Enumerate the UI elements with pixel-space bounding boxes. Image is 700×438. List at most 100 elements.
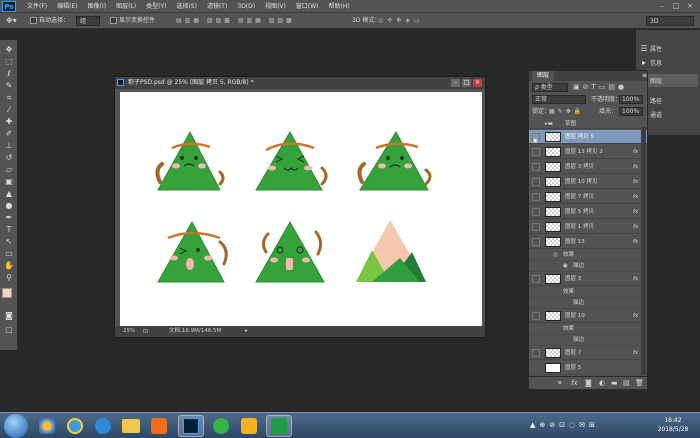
fx-icon[interactable]: fx: [633, 160, 638, 174]
folder-app-icon[interactable]: [236, 415, 262, 437]
eyedropper-tool-icon[interactable]: ⁄: [2, 104, 16, 115]
layer-group-sketch[interactable]: ▸▬ 草图: [529, 119, 647, 129]
link-icon[interactable]: ⚭: [557, 377, 563, 390]
healing-tool-icon[interactable]: ✚: [2, 116, 16, 127]
system-tray-icons[interactable]: ▲⊕⊘⊡◌✉⊞: [530, 421, 599, 429]
properties-panel-button[interactable]: ☰ 属性: [638, 42, 698, 55]
layer-row[interactable]: 图层 10 拷贝 fx: [529, 175, 647, 189]
doc-close-icon[interactable]: ×: [473, 79, 482, 87]
layer-row[interactable]: ◉ 图层 拷贝 5: [529, 130, 647, 144]
lock-icons[interactable]: ▦✎✥🔒: [549, 107, 584, 116]
visibility-eye-icon[interactable]: ◉: [532, 133, 540, 144]
stamp-tool-icon[interactable]: ⊥: [2, 140, 16, 151]
screen-mode-icon[interactable]: ▢: [2, 324, 16, 335]
visibility-eye-icon[interactable]: [532, 223, 540, 231]
zoom-level[interactable]: 25%: [123, 326, 135, 337]
media-player-icon[interactable]: [146, 415, 172, 437]
fx-icon[interactable]: fx: [633, 309, 638, 323]
share-icon[interactable]: ⊡: [143, 326, 148, 337]
visibility-eye-icon[interactable]: [532, 312, 540, 320]
browser-icon[interactable]: [90, 415, 116, 437]
system-clock[interactable]: 16:42 2018/5/28: [650, 416, 696, 434]
menu-file[interactable]: 文件(F): [22, 0, 52, 13]
path-select-tool-icon[interactable]: ↖: [2, 236, 16, 247]
menu-type[interactable]: 类型(Y): [141, 0, 171, 13]
3d-tool-icons[interactable]: ◎✣✥◈▭: [378, 16, 424, 26]
filter-icons[interactable]: ▣⊘T▭▤●: [573, 83, 627, 91]
fx-icon[interactable]: fx: [633, 190, 638, 204]
fill-input[interactable]: 100%: [619, 107, 643, 116]
menu-window[interactable]: 窗口(W): [291, 0, 324, 13]
effects-row[interactable]: 效果: [529, 324, 647, 335]
visibility-eye-icon[interactable]: [532, 193, 540, 201]
blend-mode-dropdown[interactable]: 正常: [532, 95, 586, 104]
foreground-color-swatch[interactable]: [2, 288, 12, 298]
info-panel-button[interactable]: ▸ 信息: [638, 56, 698, 69]
menu-3d[interactable]: 3D(D): [232, 0, 260, 13]
pen-tool-icon[interactable]: ✒: [2, 212, 16, 223]
move-tool-icon[interactable]: ✥: [2, 44, 16, 55]
menu-image[interactable]: 图像(I): [83, 0, 111, 13]
ie-browser-icon[interactable]: [62, 415, 88, 437]
type-tool-icon[interactable]: T: [2, 224, 16, 235]
fx-icon[interactable]: fx: [633, 205, 638, 219]
menu-help[interactable]: 帮助(H): [324, 0, 355, 13]
minimize-icon[interactable]: –: [656, 2, 668, 11]
visibility-eye-icon[interactable]: [532, 208, 540, 216]
doc-info[interactable]: 文档:16.9M/146.5M: [169, 326, 221, 337]
zoom-tool-icon[interactable]: ⚲: [2, 272, 16, 283]
canvas[interactable]: [120, 92, 482, 327]
group-icon[interactable]: ▬: [611, 377, 618, 390]
fx-icon[interactable]: fx: [633, 272, 638, 286]
history-brush-tool-icon[interactable]: ↺: [2, 152, 16, 163]
adjustment-icon[interactable]: ◐: [599, 377, 605, 390]
green-document-icon[interactable]: [266, 415, 292, 437]
stroke-effect-row[interactable]: 描边: [529, 335, 647, 346]
show-transform-checkbox[interactable]: 显示变换控件: [110, 16, 155, 26]
close-icon[interactable]: ×: [684, 2, 696, 11]
start-button[interactable]: [4, 414, 28, 438]
fx-icon[interactable]: fx: [633, 346, 638, 360]
crop-tool-icon[interactable]: ⌗: [2, 92, 16, 103]
layer-row[interactable]: 图层 3 拷贝 fx: [529, 160, 647, 174]
layer-row[interactable]: 图层 13 拷贝 2 fx: [529, 145, 647, 159]
doc-minimize-icon[interactable]: –: [451, 79, 460, 87]
stroke-effect-row[interactable]: ◉ 描边: [529, 261, 647, 272]
layer-filter-dropdown[interactable]: ρ 类型: [532, 83, 568, 92]
hand-tool-icon[interactable]: ✋: [2, 260, 16, 271]
layer-row[interactable]: 图层 5: [529, 361, 647, 375]
marquee-tool-icon[interactable]: ⬚: [2, 56, 16, 67]
menu-edit[interactable]: 编辑(E): [52, 0, 82, 13]
align-icons[interactable]: ▤▥▦ ▧▨▩ ▤▥▦ ▧▨▩: [176, 16, 295, 26]
auto-select-dropdown[interactable]: 组: [76, 16, 100, 26]
blur-tool-icon[interactable]: ▲: [2, 188, 16, 199]
trash-icon[interactable]: 🗑: [635, 377, 644, 390]
layer-row[interactable]: 图层 10 fx: [529, 309, 647, 323]
menu-view[interactable]: 视图(V): [260, 0, 291, 13]
fx-icon[interactable]: fx: [633, 235, 638, 249]
document-titlebar[interactable]: 粽子PSD.psd @ 25% (图层 拷贝 5, RGB/8) * – □ ×: [115, 77, 485, 89]
brush-tool-icon[interactable]: ✐: [2, 128, 16, 139]
shape-tool-icon[interactable]: ▭: [2, 248, 16, 259]
layer-row[interactable]: 图层 1 拷贝 fx: [529, 220, 647, 234]
status-arrow-icon[interactable]: ▸: [245, 326, 248, 337]
quick-mask-icon[interactable]: ◙: [2, 310, 16, 321]
visibility-eye-icon[interactable]: [532, 238, 540, 246]
new-layer-icon[interactable]: ▤: [623, 377, 630, 390]
fx-icon[interactable]: fx: [633, 145, 638, 159]
doc-maximize-icon[interactable]: □: [462, 79, 471, 87]
layer-row[interactable]: 图层 7 fx: [529, 346, 647, 360]
fx-icon[interactable]: fx: [633, 220, 638, 234]
mask-icon[interactable]: ◙: [585, 377, 592, 390]
layer-row[interactable]: 图层 7 拷贝 fx: [529, 190, 647, 204]
layer-row[interactable]: 图层 13 fx: [529, 235, 647, 249]
dodge-tool-icon[interactable]: ●: [2, 200, 16, 211]
quick-select-tool-icon[interactable]: ✎: [2, 80, 16, 91]
visibility-eye-icon[interactable]: [532, 148, 540, 156]
fx-add-icon[interactable]: fx: [571, 377, 578, 390]
opacity-input[interactable]: 100%: [619, 95, 643, 104]
visibility-eye-icon[interactable]: [532, 275, 540, 283]
file-explorer-icon[interactable]: [118, 415, 144, 437]
panel-menu-icon[interactable]: ≡: [637, 71, 652, 81]
menu-select[interactable]: 选择(S): [171, 0, 202, 13]
